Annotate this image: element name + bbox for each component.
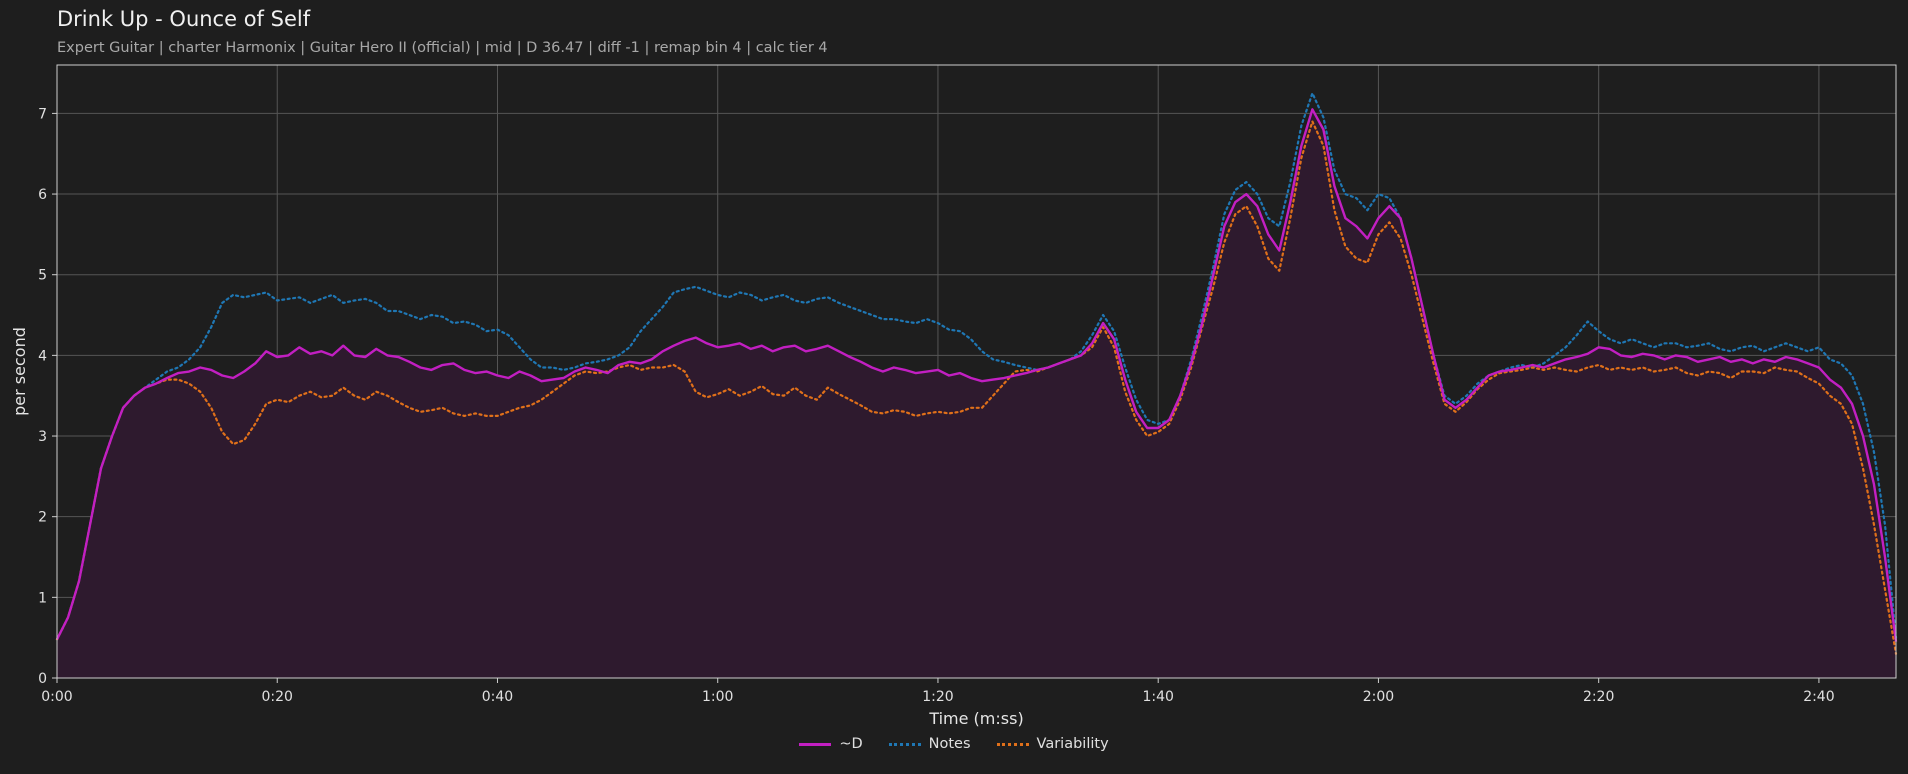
x-axis-label: Time (m:ss) bbox=[928, 709, 1023, 728]
y-tick-label: 1 bbox=[38, 590, 47, 606]
area-fill bbox=[57, 109, 1896, 678]
legend-item-notes: Notes bbox=[888, 736, 971, 752]
y-tick-label: 2 bbox=[38, 510, 47, 526]
legend-swatch-variability bbox=[996, 742, 1029, 746]
x-tick-label: 1:00 bbox=[702, 689, 733, 705]
legend-swatch-d bbox=[799, 742, 832, 746]
y-tick-label: 6 bbox=[38, 187, 47, 203]
x-ticks: 0:00 0:20 0:40 1:00 1:20 1:40 2:00 2:20 2:40 bbox=[41, 678, 1835, 705]
x-tick-label: 2:00 bbox=[1363, 689, 1394, 705]
y-axis-label: per second bbox=[10, 327, 29, 416]
y-tick-label: 0 bbox=[38, 671, 47, 687]
legend-item-d: ~D bbox=[799, 736, 863, 752]
legend-label-variability: Variability bbox=[1036, 736, 1109, 752]
x-tick-label: 0:00 bbox=[41, 689, 72, 705]
x-tick-label: 1:20 bbox=[922, 689, 953, 705]
chart-svg: 0:00 0:20 0:40 1:00 1:20 1:40 2:00 2:20 2:40 0 1 2… bbox=[10, 64, 1898, 728]
y-tick-label: 4 bbox=[38, 348, 47, 364]
y-tick-label: 7 bbox=[38, 106, 47, 122]
x-tick-label: 0:20 bbox=[262, 689, 293, 705]
x-tick-label: 2:40 bbox=[1803, 689, 1834, 705]
legend-label-notes: Notes bbox=[928, 736, 971, 752]
legend-label-d: ~D bbox=[839, 736, 863, 752]
legend-item-variability: Variability bbox=[996, 736, 1109, 752]
y-tick-label: 3 bbox=[38, 429, 47, 445]
legend-swatch-notes bbox=[888, 742, 921, 746]
y-ticks: 0 1 2 3 4 5 6 7 bbox=[38, 106, 57, 687]
series-d-area bbox=[57, 109, 1896, 678]
x-tick-label: 0:40 bbox=[482, 689, 513, 705]
legend: ~D Notes Variability bbox=[0, 736, 1908, 752]
y-tick-label: 5 bbox=[38, 268, 47, 284]
x-tick-label: 1:40 bbox=[1142, 689, 1173, 705]
x-tick-label: 2:20 bbox=[1583, 689, 1614, 705]
